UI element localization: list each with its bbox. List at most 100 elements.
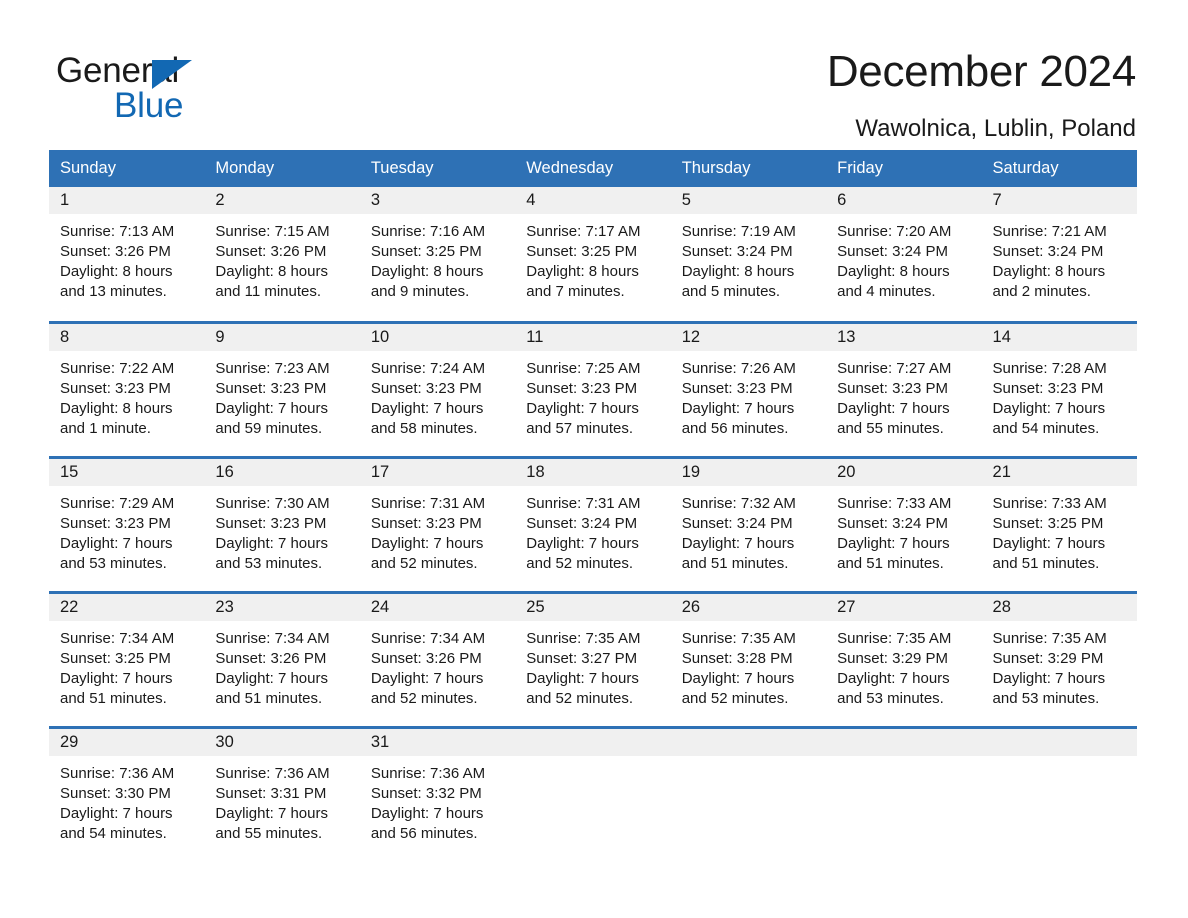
day-number-band: 15	[49, 458, 205, 486]
daylight-text-line2: and 5 minutes.	[681, 283, 781, 300]
daylight-text-line2: and 56 minutes.	[370, 824, 478, 842]
day-number-band: 30	[204, 728, 360, 756]
sunset-text: Sunset: 3:24 PM	[837, 514, 949, 532]
daylight-text-line2: and 51 minutes.	[60, 689, 167, 707]
day-number: 11	[526, 327, 544, 346]
day-info: Sunrise: 7:34 AM Sunset: 3:26 PM Dayligh…	[204, 621, 359, 709]
day-cell[interactable]: 15 Sunrise: 7:29 AM Sunset: 3:23 PM Dayl…	[49, 455, 205, 592]
day-cell[interactable]: 14 Sunrise: 7:28 AM Sunset: 3:23 PM Dayl…	[981, 320, 1137, 457]
day-cell[interactable]: 23 Sunrise: 7:34 AM Sunset: 3:26 PM Dayl…	[204, 590, 360, 727]
daylight-text-line2: and 51 minutes.	[215, 689, 323, 707]
day-cell[interactable]: 29 Sunrise: 7:36 AM Sunset: 3:30 PM Dayl…	[49, 725, 205, 862]
day-info: Sunrise: 7:22 AM Sunset: 3:23 PM Dayligh…	[49, 351, 204, 439]
sunset-text: Sunset: 3:24 PM	[681, 514, 793, 532]
sunrise-text: Sunrise: 7:34 AM	[370, 629, 486, 647]
day-number-band: 20	[826, 458, 982, 486]
sunrise-text: Sunrise: 7:24 AM	[370, 359, 486, 377]
daylight-text-line1: Daylight: 7 hours	[681, 534, 795, 552]
daylight-text-line1: Daylight: 8 hours	[215, 263, 328, 280]
sunset-text: Sunset: 3:32 PM	[370, 784, 482, 802]
day-number-band: 24	[359, 593, 516, 621]
day-info: Sunrise: 7:25 AM Sunset: 3:23 PM Dayligh…	[515, 351, 670, 439]
sunrise-text: Sunrise: 7:28 AM	[992, 359, 1107, 377]
daylight-text-line2: and 51 minutes.	[992, 554, 1100, 572]
daylight-text-line2: and 1 minute.	[60, 419, 151, 437]
sunset-text: Sunset: 3:26 PM	[215, 243, 327, 260]
day-cell[interactable]: 22 Sunrise: 7:34 AM Sunset: 3:25 PM Dayl…	[49, 590, 205, 727]
day-cell[interactable]: 17 Sunrise: 7:31 AM Sunset: 3:23 PM Dayl…	[359, 455, 516, 592]
day-cell[interactable]: 24 Sunrise: 7:34 AM Sunset: 3:26 PM Dayl…	[359, 590, 516, 727]
daylight-text-line1: Daylight: 7 hours	[681, 669, 795, 687]
sunset-text: Sunset: 3:31 PM	[215, 784, 327, 802]
day-number-band: 23	[204, 593, 360, 621]
day-info: Sunrise: 7:15 AM Sunset: 3:26 PM Dayligh…	[204, 214, 359, 302]
day-info: Sunrise: 7:17 AM Sunset: 3:25 PM Dayligh…	[515, 214, 670, 302]
day-info: Sunrise: 7:33 AM Sunset: 3:24 PM Dayligh…	[826, 486, 981, 574]
day-cell[interactable]: 27 Sunrise: 7:35 AM Sunset: 3:29 PM Dayl…	[826, 590, 982, 727]
daylight-text-line1: Daylight: 7 hours	[370, 399, 484, 417]
day-info: Sunrise: 7:33 AM Sunset: 3:25 PM Dayligh…	[982, 486, 1137, 574]
day-cell[interactable]: 25 Sunrise: 7:35 AM Sunset: 3:27 PM Dayl…	[515, 590, 671, 727]
day-number: 4	[526, 191, 536, 209]
day-cell[interactable]: 16 Sunrise: 7:30 AM Sunset: 3:23 PM Dayl…	[204, 455, 360, 592]
day-cell[interactable]: 20 Sunrise: 7:33 AM Sunset: 3:24 PM Dayl…	[826, 455, 982, 592]
day-cell[interactable]: 31 Sunrise: 7:36 AM Sunset: 3:32 PM Dayl…	[359, 725, 516, 862]
day-number: 6	[837, 191, 847, 209]
day-number: 21	[992, 462, 1011, 481]
daylight-text-line1: Daylight: 7 hours	[681, 399, 795, 417]
day-info: Sunrise: 7:26 AM Sunset: 3:23 PM Dayligh…	[671, 351, 826, 439]
day-number-band	[670, 728, 827, 756]
day-cell[interactable]: 19 Sunrise: 7:32 AM Sunset: 3:24 PM Dayl…	[670, 455, 827, 592]
day-cell[interactable]: 26 Sunrise: 7:35 AM Sunset: 3:28 PM Dayl…	[670, 590, 827, 727]
daylight-text-line1: Daylight: 7 hours	[370, 669, 484, 687]
daylight-text-line2: and 53 minutes.	[992, 689, 1100, 707]
sunrise-text: Sunrise: 7:36 AM	[370, 764, 486, 782]
weekday-header-thursday: Thursday	[670, 150, 827, 187]
sunrise-text: Sunrise: 7:32 AM	[681, 494, 796, 512]
day-cell[interactable]: 1 Sunrise: 7:13 AM Sunset: 3:26 PM Dayli…	[49, 187, 205, 322]
day-info: Sunrise: 7:36 AM Sunset: 3:30 PM Dayligh…	[49, 756, 204, 844]
sunset-text: Sunset: 3:23 PM	[370, 514, 482, 532]
day-cell[interactable]: 5 Sunrise: 7:19 AM Sunset: 3:24 PM Dayli…	[670, 187, 827, 322]
daylight-text-line2: and 52 minutes.	[370, 689, 478, 707]
day-cell[interactable]: 6 Sunrise: 7:20 AM Sunset: 3:24 PM Dayli…	[826, 187, 982, 322]
day-number-band: 25	[515, 593, 671, 621]
day-cell[interactable]: 12 Sunrise: 7:26 AM Sunset: 3:23 PM Dayl…	[670, 320, 827, 457]
day-cell[interactable]: 3 Sunrise: 7:16 AM Sunset: 3:25 PM Dayli…	[359, 187, 516, 322]
day-number-band: 26	[670, 593, 827, 621]
sunrise-text: Sunrise: 7:35 AM	[681, 629, 796, 647]
day-cell[interactable]: 28 Sunrise: 7:35 AM Sunset: 3:29 PM Dayl…	[981, 590, 1137, 727]
daylight-text-line1: Daylight: 7 hours	[370, 804, 484, 822]
logo-text-blue: Blue	[114, 86, 184, 125]
daylight-text-line1: Daylight: 7 hours	[837, 669, 950, 687]
sunset-text: Sunset: 3:26 PM	[215, 649, 327, 667]
sunrise-text: Sunrise: 7:35 AM	[526, 629, 641, 647]
day-cell[interactable]: 11 Sunrise: 7:25 AM Sunset: 3:23 PM Dayl…	[515, 320, 671, 457]
calendar-week-row: 22 Sunrise: 7:34 AM Sunset: 3:25 PM Dayl…	[49, 590, 1137, 727]
day-number-band: 1	[49, 187, 205, 214]
day-info: Sunrise: 7:35 AM Sunset: 3:29 PM Dayligh…	[826, 621, 981, 709]
sunset-text: Sunset: 3:29 PM	[837, 649, 949, 667]
daylight-text-line1: Daylight: 7 hours	[526, 534, 639, 552]
day-number-band: 19	[670, 458, 827, 486]
day-info: Sunrise: 7:13 AM Sunset: 3:26 PM Dayligh…	[49, 214, 204, 302]
day-cell[interactable]: 21 Sunrise: 7:33 AM Sunset: 3:25 PM Dayl…	[981, 455, 1137, 592]
day-cell[interactable]: 10 Sunrise: 7:24 AM Sunset: 3:23 PM Dayl…	[359, 320, 516, 457]
daylight-text-line2: and 54 minutes.	[992, 419, 1100, 437]
day-cell[interactable]: 18 Sunrise: 7:31 AM Sunset: 3:24 PM Dayl…	[515, 455, 671, 592]
day-number: 9	[215, 327, 225, 346]
page-header: General Blue December 2024 Wawolnica, Lu…	[0, 0, 1188, 150]
sunset-text: Sunset: 3:23 PM	[60, 379, 171, 397]
day-number: 28	[992, 597, 1011, 616]
day-cell[interactable]: 13 Sunrise: 7:27 AM Sunset: 3:23 PM Dayl…	[826, 320, 982, 457]
day-cell[interactable]: 9 Sunrise: 7:23 AM Sunset: 3:23 PM Dayli…	[204, 320, 360, 457]
daylight-text-line1: Daylight: 8 hours	[681, 263, 795, 280]
sunrise-text: Sunrise: 7:35 AM	[837, 629, 952, 647]
day-cell[interactable]: 4 Sunrise: 7:17 AM Sunset: 3:25 PM Dayli…	[515, 187, 671, 322]
day-cell[interactable]: 2 Sunrise: 7:15 AM Sunset: 3:26 PM Dayli…	[204, 187, 360, 322]
sunset-text: Sunset: 3:28 PM	[681, 649, 793, 667]
day-cell[interactable]: 7 Sunrise: 7:21 AM Sunset: 3:24 PM Dayli…	[981, 187, 1137, 322]
day-cell[interactable]: 30 Sunrise: 7:36 AM Sunset: 3:31 PM Dayl…	[204, 725, 360, 862]
day-info: Sunrise: 7:29 AM Sunset: 3:23 PM Dayligh…	[49, 486, 204, 574]
day-cell[interactable]: 8 Sunrise: 7:22 AM Sunset: 3:23 PM Dayli…	[49, 320, 205, 457]
